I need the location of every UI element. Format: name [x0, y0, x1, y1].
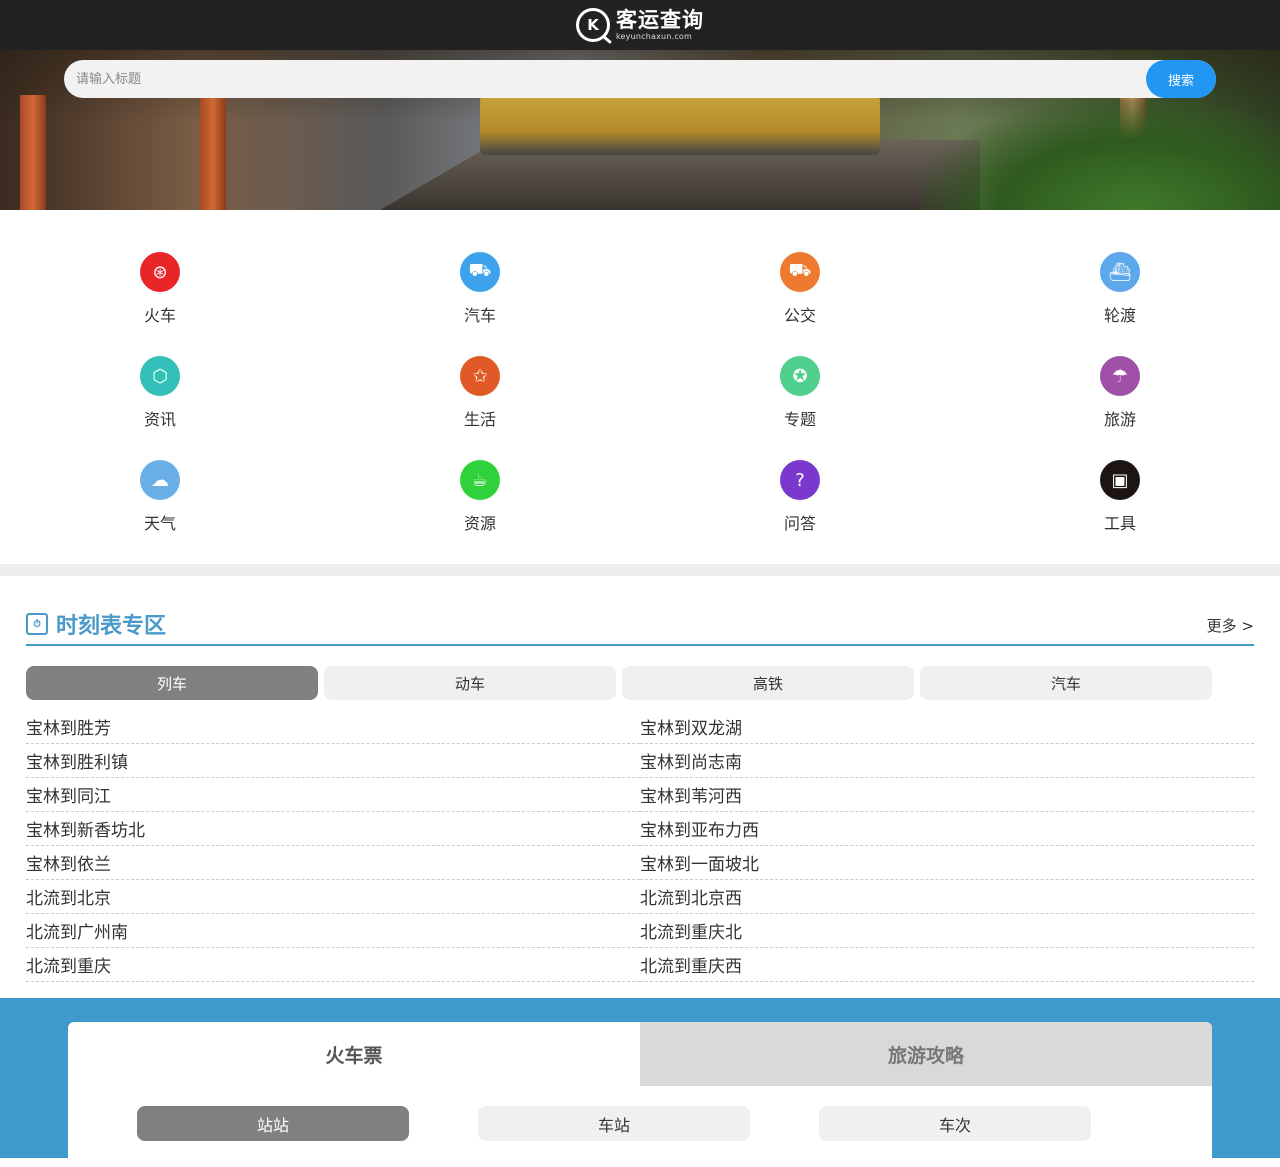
topic-icon: ✪ [780, 356, 820, 396]
banner-train [480, 95, 880, 155]
category-qa[interactable]: ? 问答 [640, 460, 960, 534]
category-news[interactable]: ⬡ 资讯 [0, 356, 320, 430]
route-link[interactable]: 宝林到胜芳 [26, 710, 640, 744]
ferry-icon: ⛴ [1100, 252, 1140, 292]
category-bus[interactable]: ⛟ 公交 [640, 252, 960, 326]
more-link[interactable]: 更多 > [1207, 615, 1254, 636]
timetable-header: ⏱ 时刻表专区 更多 > [26, 606, 1254, 646]
route-link[interactable]: 北流到重庆 [26, 948, 640, 982]
route-link[interactable]: 宝林到同江 [26, 778, 640, 812]
panel-sub-tab[interactable]: 车站 [478, 1106, 750, 1141]
timetable-tab[interactable]: 汽车 [920, 666, 1212, 700]
bus-icon: ⛟ [780, 252, 820, 292]
timetable-list: 宝林到胜芳 宝林到双龙湖 宝林到胜利镇 宝林到尚志南 宝林到同江 宝林到苇河西 宝林到新香坊… [26, 710, 1254, 982]
category-resource[interactable]: ☕ 资源 [320, 460, 640, 534]
category-label: 问答 [783, 514, 816, 533]
site-logo[interactable]: K 客运查询 keyunchaxun.com [576, 8, 704, 42]
category-tool[interactable]: ▣ 工具 [960, 460, 1280, 534]
category-label: 专题 [783, 410, 816, 429]
route-link[interactable]: 宝林到一面坡北 [640, 846, 1254, 880]
category-car[interactable]: ⛟ 汽车 [320, 252, 640, 326]
travel-icon: ☂ [1100, 356, 1140, 396]
top-bar: K 客运查询 keyunchaxun.com [0, 0, 1280, 50]
route-link[interactable]: 宝林到亚布力西 [640, 812, 1254, 846]
category-label: 资源 [463, 514, 496, 533]
route-link[interactable]: 宝林到依兰 [26, 846, 640, 880]
category-label: 工具 [1103, 514, 1136, 533]
category-train[interactable]: ⊛ 火车 [0, 252, 320, 326]
timetable-tabs: 列车 动车 高铁 汽车 [26, 666, 1254, 700]
category-label: 公交 [783, 306, 816, 325]
panel-sub-tab[interactable]: 站站 [137, 1106, 409, 1141]
banner-plant [920, 100, 1280, 210]
search-input[interactable] [64, 60, 1146, 98]
tool-icon: ▣ [1100, 460, 1140, 500]
resource-icon: ☕ [460, 460, 500, 500]
logo-domain: keyunchaxun.com [616, 31, 693, 41]
category-label: 生活 [463, 410, 496, 429]
hero-banner: 搜索 [0, 50, 1280, 210]
timetable-section: ⏱ 时刻表专区 更多 > 列车 动车 高铁 汽车 宝林到胜芳 宝林到双龙湖 宝林到胜利镇宝… [0, 576, 1280, 982]
search-button[interactable]: 搜索 [1146, 60, 1216, 98]
route-link[interactable]: 宝林到胜利镇 [26, 744, 640, 778]
panel-sub-tab[interactable]: 车次 [819, 1106, 1091, 1141]
route-link[interactable]: 北流到重庆西 [640, 948, 1254, 982]
qa-icon: ? [780, 460, 820, 500]
category-label: 轮渡 [1103, 306, 1136, 325]
route-link[interactable]: 北流到广州南 [26, 914, 640, 948]
category-label: 天气 [143, 514, 176, 533]
weather-icon: ☁ [140, 460, 180, 500]
category-ferry[interactable]: ⛴ 轮渡 [960, 252, 1280, 326]
search-bar: 搜索 [64, 60, 1216, 98]
category-label: 旅游 [1103, 410, 1136, 429]
timetable-tab[interactable]: 列车 [26, 666, 318, 700]
timetable-tab[interactable]: 动车 [324, 666, 616, 700]
route-link[interactable]: 北流到重庆北 [640, 914, 1254, 948]
timetable-tab[interactable]: 高铁 [622, 666, 914, 700]
train-icon: ⊛ [140, 252, 180, 292]
route-link[interactable]: 宝林到苇河西 [640, 778, 1254, 812]
route-link[interactable]: 宝林到尚志南 [640, 744, 1254, 778]
category-travel[interactable]: ☂ 旅游 [960, 356, 1280, 430]
category-life[interactable]: ✩ 生活 [320, 356, 640, 430]
section-title: 时刻表专区 [56, 614, 167, 639]
timetable-icon: ⏱ [26, 613, 48, 635]
ticket-section: 火车票 旅游攻略 站站 车站 车次 [0, 998, 1280, 1162]
panel-tabs: 火车票 旅游攻略 [68, 1022, 1212, 1086]
panel-tab[interactable]: 旅游攻略 [640, 1022, 1212, 1086]
category-topic[interactable]: ✪ 专题 [640, 356, 960, 430]
news-icon: ⬡ [140, 356, 180, 396]
category-label: 资讯 [143, 410, 176, 429]
panel-tab[interactable]: 火车票 [68, 1022, 640, 1086]
logo-title: 客运查询 [616, 7, 704, 32]
route-link[interactable]: 宝林到新香坊北 [26, 812, 640, 846]
category-label: 汽车 [463, 306, 496, 325]
logo-mark-icon: K [576, 8, 610, 42]
route-link[interactable]: 北流到北京 [26, 880, 640, 914]
category-grid: ⊛ 火车 ⛟ 汽车 ⛟ 公交 ⛴ 轮渡 ⬡ 资讯 ✩ 生活 ✪ 专题 ☂ 旅游 ☁ 天气 ☕ 资源? 问答 ▣ 工具 [0, 210, 1280, 576]
ticket-panel: 火车票 旅游攻略 站站 车站 车次 [68, 1022, 1212, 1162]
life-icon: ✩ [460, 356, 500, 396]
car-icon: ⛟ [460, 252, 500, 292]
category-label: 火车 [143, 306, 176, 325]
route-link[interactable]: 宝林到双龙湖 [640, 710, 1254, 744]
panel-sub-tabs: 站站 车站 车次 [68, 1086, 1212, 1141]
category-weather[interactable]: ☁ 天气 [0, 460, 320, 534]
banner-pillar [20, 95, 46, 210]
route-link[interactable]: 北流到北京西 [640, 880, 1254, 914]
banner-pillar [200, 95, 226, 210]
